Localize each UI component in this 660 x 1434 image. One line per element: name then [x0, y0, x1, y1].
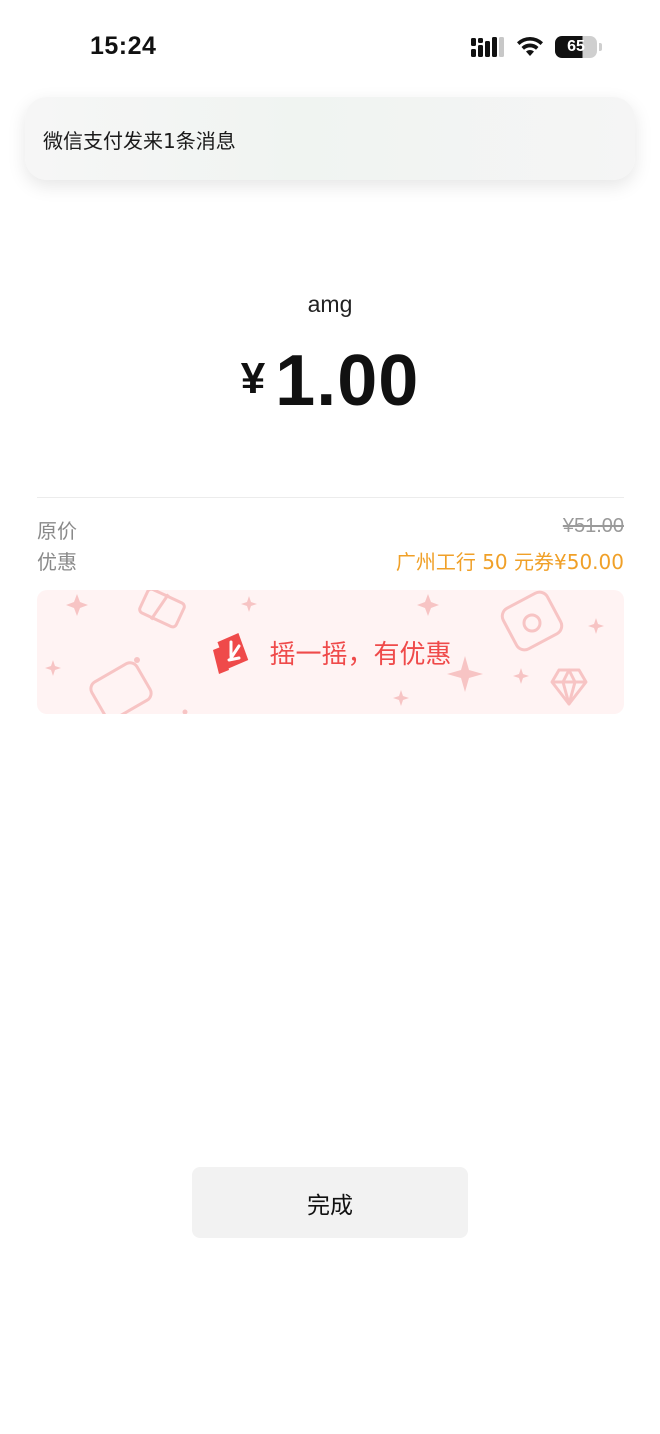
divider	[37, 497, 624, 498]
status-icons: 65	[471, 36, 602, 58]
payment-amount: ¥1.00	[0, 340, 660, 422]
battery-tip	[599, 43, 602, 51]
original-price-label: 原价	[37, 519, 77, 543]
signal-icon	[471, 37, 504, 57]
shake-banner[interactable]: 摇一摇，有优惠	[37, 590, 624, 714]
shake-text: 摇一摇，有优惠	[269, 639, 452, 670]
discount-label: 优惠	[37, 550, 77, 574]
coupon-shake-icon	[213, 633, 249, 674]
battery-icon: 65	[555, 36, 597, 58]
currency-symbol: ¥	[240, 354, 266, 403]
done-button[interactable]: 完成	[192, 1167, 468, 1238]
notification-text: 微信支付发来1条消息	[43, 129, 236, 153]
notification-banner[interactable]: 微信支付发来1条消息	[25, 97, 635, 180]
status-time: 15:24	[90, 32, 157, 60]
payee-name: amg	[307, 291, 353, 317]
status-bar: 15:24 65	[0, 0, 660, 96]
original-price-value: ¥51.00	[562, 515, 624, 537]
discount-value: 广州工行 50 元券¥50.00	[395, 550, 624, 574]
original-price-row: 原价 ¥51.00	[37, 515, 624, 545]
shake-content: 摇一摇，有优惠	[37, 590, 624, 714]
wifi-icon	[517, 36, 543, 56]
discount-row: 优惠 广州工行 50 元券¥50.00	[37, 546, 624, 576]
amount-value: 1.00	[275, 341, 420, 421]
